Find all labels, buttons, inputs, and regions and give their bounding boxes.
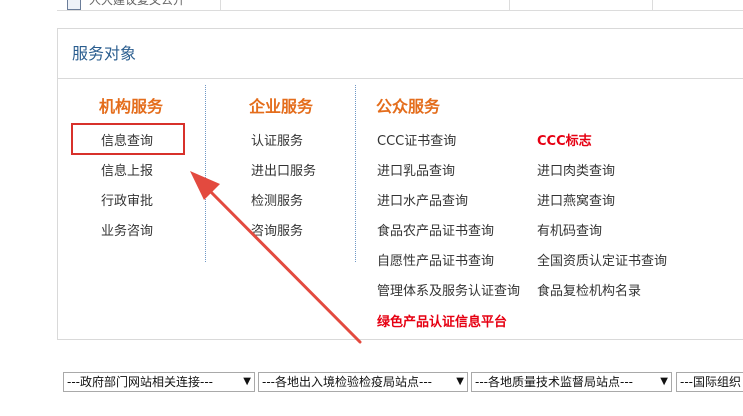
select-value: ---政府部门网站相关连接--- — [67, 375, 213, 389]
quality-bureau-sites-select[interactable]: ---各地质量技术监督局站点--- ▼ — [471, 372, 672, 392]
chevron-down-icon: ▼ — [660, 376, 668, 387]
select-value: ---国际组织 — [680, 375, 741, 389]
annotation-arrow-icon — [190, 171, 362, 344]
gov-sites-select[interactable]: ---政府部门网站相关连接--- ▼ — [63, 372, 255, 392]
select-value: ---各地质量技术监督局站点--- — [475, 375, 633, 389]
site-links-bar: ---政府部门网站相关连接--- ▼ ---各地出入境检验检疫局站点--- ▼ … — [0, 370, 743, 394]
chevron-down-icon: ▼ — [243, 376, 251, 387]
chevron-down-icon: ▼ — [456, 376, 464, 387]
select-value: ---各地出入境检验检疫局站点--- — [262, 375, 432, 389]
ciq-sites-select[interactable]: ---各地出入境检验检疫局站点--- ▼ — [258, 372, 468, 392]
intl-org-sites-select[interactable]: ---国际组织 — [676, 372, 743, 392]
